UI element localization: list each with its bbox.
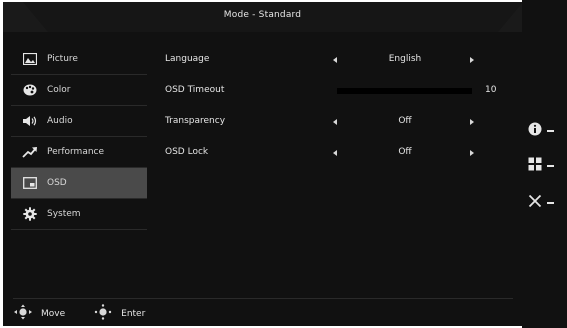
osd-panel: Mode - Standard Picture Color Audio Perf… [3,2,523,326]
osd-timeout-slider[interactable] [337,88,472,94]
footer-move-label: Move [41,309,66,319]
transparency-value: Off [398,116,412,126]
sidebar-item-system[interactable]: System [11,199,147,230]
dash-icon [547,129,554,132]
joystick-press-icon [93,304,113,324]
setting-label: Language [165,54,210,64]
footer: Move Enter [13,304,513,324]
sidebar-item-picture[interactable]: Picture [11,44,147,75]
grid-icon [528,156,542,175]
sidebar-item-color[interactable]: Color [11,75,147,106]
sidebar-item-label: Audio [47,116,73,126]
setting-label: OSD Lock [165,147,209,157]
grid-button[interactable] [528,156,554,175]
info-icon [528,121,542,140]
joystick-move-icon [13,304,33,324]
close-icon [528,193,542,212]
dash-icon [547,201,554,204]
sidebar-item-label: System [47,209,81,219]
arrow-left-icon[interactable] [333,119,337,125]
language-value: English [388,54,422,64]
footer-move: Move [13,304,65,324]
arrow-left-icon[interactable] [333,150,337,156]
page-title: Mode - Standard [223,10,302,20]
picture-icon [17,53,43,65]
arrow-right-icon[interactable] [470,150,474,156]
sidebar-item-osd[interactable]: OSD [11,168,147,199]
header: Mode - Standard [3,2,523,32]
footer-divider [13,298,513,299]
footer-enter-label: Enter [121,309,146,319]
trend-icon [17,146,43,158]
close-button[interactable] [528,193,554,212]
palette-icon [17,84,43,96]
setting-osd-lock[interactable]: OSD Lock Off [165,137,505,168]
sidebar-item-label: Color [47,85,71,95]
setting-label: Transparency [165,116,226,126]
arrow-right-icon[interactable] [470,119,474,125]
hotkey-bar [522,0,567,328]
sidebar-item-label: OSD [47,178,67,188]
setting-language[interactable]: Language English [165,44,505,75]
osd-lock-value: Off [398,147,412,157]
arrow-left-icon[interactable] [333,57,337,63]
sidebar-item-label: Picture [47,54,78,64]
osd-timeout-value: 10 [485,85,497,95]
dash-icon [547,164,554,167]
speaker-icon [17,115,43,127]
gear-icon [17,207,43,221]
osd-menu: Mode - Standard Picture Color Audio Perf… [0,0,567,328]
arrow-right-icon[interactable] [470,57,474,63]
sidebar: Picture Color Audio Performance OSD Syst… [11,44,147,230]
settings-list: Language English OSD Timeout 10 Transpar… [165,44,505,168]
setting-osd-timeout[interactable]: OSD Timeout 10 [165,75,505,106]
footer-enter: Enter [93,304,145,324]
sidebar-item-label: Performance [47,147,105,157]
sidebar-item-performance[interactable]: Performance [11,137,147,168]
setting-label: OSD Timeout [165,85,225,95]
osd-icon [17,177,43,189]
setting-transparency[interactable]: Transparency Off [165,106,505,137]
sidebar-item-audio[interactable]: Audio [11,106,147,137]
info-button[interactable] [528,121,554,140]
